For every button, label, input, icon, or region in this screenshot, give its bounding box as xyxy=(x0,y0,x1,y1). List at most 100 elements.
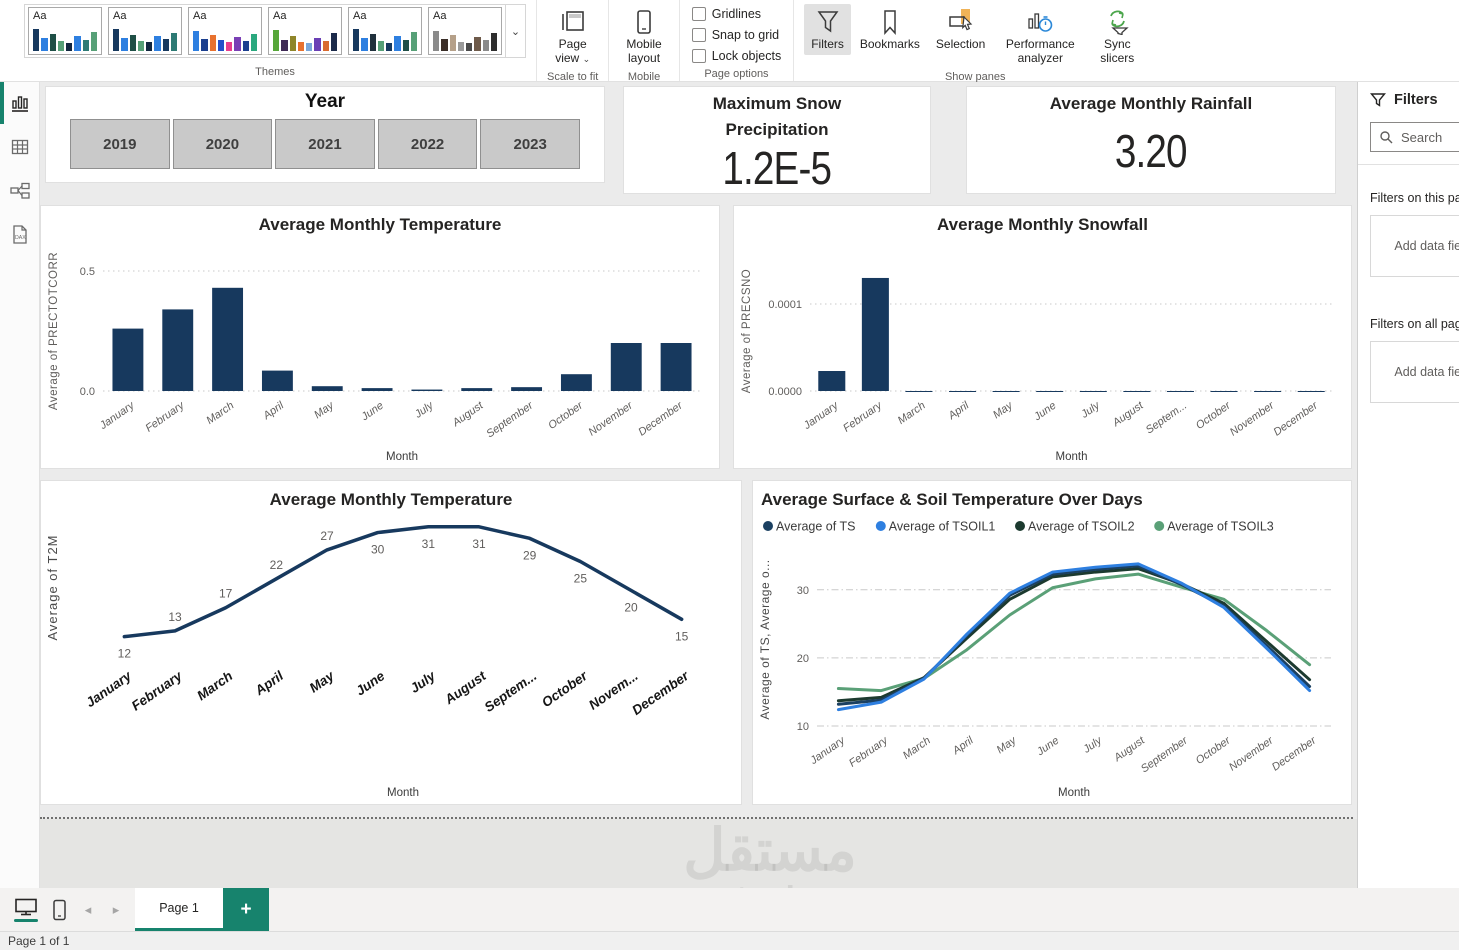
theme-thumbnail-5[interactable]: Aa xyxy=(348,7,422,55)
bookmarks-button[interactable]: Bookmarks xyxy=(853,4,927,55)
svg-text:February: February xyxy=(144,399,188,435)
svg-text:May: May xyxy=(307,667,338,695)
card-title-line1: Maximum Snow xyxy=(712,94,842,113)
theme-aa-label: Aa xyxy=(113,10,127,22)
theme-palette-bars xyxy=(193,25,257,51)
desktop-view-button[interactable] xyxy=(14,898,38,922)
theme-palette-bars xyxy=(433,25,497,51)
card-title-line2: Precipitation xyxy=(725,120,829,140)
svg-text:August: August xyxy=(1111,734,1148,765)
svg-text:June: June xyxy=(359,400,386,424)
gridlines-checkbox-box[interactable] xyxy=(691,7,706,21)
page-options-group-label: Page options xyxy=(704,68,769,80)
svg-text:May: May xyxy=(991,399,1016,422)
svg-text:31: 31 xyxy=(472,537,486,551)
svg-text:17: 17 xyxy=(219,587,233,601)
themes-group-label: Themes xyxy=(255,66,295,78)
table-view-icon xyxy=(11,139,28,155)
theme-palette-bars xyxy=(33,25,97,51)
theme-thumbnail-1[interactable]: Aa xyxy=(28,7,102,55)
svg-text:March: March xyxy=(204,400,236,427)
svg-text:Average of TS, Average o...: Average of TS, Average o... xyxy=(758,559,772,719)
model-view-button[interactable] xyxy=(9,180,31,202)
snap-to-grid-checkbox[interactable]: Snap to grid xyxy=(691,28,781,42)
lock-objects-checkbox[interactable]: Lock objects xyxy=(691,49,781,63)
mobile-view-icon xyxy=(53,899,66,920)
view-rail: DAX xyxy=(0,82,40,888)
year-button-2019[interactable]: 2019 xyxy=(70,119,170,169)
prev-page-button[interactable]: ◂ xyxy=(81,902,95,918)
mobile-layout-button[interactable]: Mobile layout xyxy=(619,4,668,69)
divider xyxy=(1358,164,1459,165)
year-slicer-title: Year xyxy=(304,91,346,112)
page-view-label-2: view xyxy=(555,50,580,65)
year-button-2022[interactable]: 2022 xyxy=(377,119,478,169)
sync-slicers-button[interactable]: Sync slicers xyxy=(1088,4,1146,69)
performance-analyzer-button[interactable]: Performance analyzer xyxy=(994,4,1086,69)
gridlines-checkbox[interactable]: Gridlines xyxy=(691,7,781,21)
surface-soil-temperature-line-chart[interactable]: Average Surface & Soil Temperature Over … xyxy=(752,480,1352,805)
page-counter: Page 1 of 1 xyxy=(8,934,70,948)
snap-to-grid-checkbox-box[interactable] xyxy=(691,28,706,42)
svg-text:Average of TSOIL3: Average of TSOIL3 xyxy=(1167,520,1274,534)
filter-search-input[interactable]: Search xyxy=(1370,122,1459,152)
svg-text:March: March xyxy=(901,735,933,762)
theme-thumbnail-3[interactable]: Aa xyxy=(188,7,262,55)
selection-button[interactable]: Selection xyxy=(929,4,992,55)
filters-on-all-pages-label: Filters on all pages xyxy=(1370,317,1459,331)
report-view-icon xyxy=(11,96,28,112)
svg-text:Average Surface & Soil Tempera: Average Surface & Soil Temperature Over … xyxy=(761,490,1143,509)
svg-text:November: November xyxy=(1227,734,1277,774)
svg-text:30: 30 xyxy=(371,543,385,557)
theme-aa-label: Aa xyxy=(273,10,287,22)
svg-text:January: January xyxy=(801,399,842,433)
add-data-fields-dropzone-page[interactable]: Add data fields here xyxy=(1370,215,1459,277)
next-page-button[interactable]: ▸ xyxy=(109,902,123,918)
page-boundary xyxy=(40,817,1353,819)
report-view-button[interactable] xyxy=(9,92,31,114)
theme-aa-label: Aa xyxy=(433,10,447,22)
year-button-2020[interactable]: 2020 xyxy=(172,119,273,169)
year-button-2021[interactable]: 2021 xyxy=(275,119,375,169)
desktop-view-active-indicator xyxy=(14,918,38,922)
selection-cursor-icon xyxy=(947,7,975,35)
svg-text:12: 12 xyxy=(118,647,132,661)
table-view-button[interactable] xyxy=(9,136,31,158)
mobile-layout-label-2: layout xyxy=(628,50,661,65)
svg-text:30: 30 xyxy=(797,585,809,597)
svg-text:October: October xyxy=(1194,734,1234,767)
svg-text:June: June xyxy=(1034,735,1061,759)
page-view-button[interactable]: Page view ⌄ xyxy=(548,4,597,69)
avg-monthly-rainfall-value: 3.20 xyxy=(1115,124,1188,177)
theme-gallery-expand-button[interactable]: ⌄ xyxy=(505,5,525,57)
mobile-layout-label-1: Mobile xyxy=(626,37,662,51)
avg-monthly-snowfall-bar-chart[interactable]: Average Monthly Snowfall 0.0000 0.0001 Aver… xyxy=(733,205,1352,469)
snap-to-grid-label: Snap to grid xyxy=(711,28,780,42)
add-page-button[interactable]: + xyxy=(223,888,269,931)
add-data-fields-dropzone-all[interactable]: Add data fields here xyxy=(1370,341,1459,403)
avg-monthly-temperature-line-chart[interactable]: Average Monthly Temperature Average of T2… xyxy=(40,480,742,805)
svg-text:10: 10 xyxy=(797,721,809,733)
filters-toggle-label: Filters xyxy=(811,37,844,51)
mobile-layout-icon xyxy=(635,7,653,35)
filters-pane-title: Filters xyxy=(1394,92,1438,108)
svg-text:13: 13 xyxy=(168,610,182,624)
lock-objects-checkbox-box[interactable] xyxy=(691,49,706,63)
avg-monthly-temperature-bar-chart[interactable]: Average Monthly Temperature 0.0 0.5 Average… xyxy=(40,205,720,469)
page-view-label-1: Page xyxy=(558,37,587,51)
year-button-2023[interactable]: 2023 xyxy=(480,119,580,169)
svg-text:Average Monthly Snowfall: Average Monthly Snowfall xyxy=(937,215,1148,234)
search-placeholder: Search xyxy=(1401,129,1443,145)
theme-palette-bars xyxy=(353,25,417,51)
svg-text:Septem...: Septem... xyxy=(482,668,540,715)
mobile-view-button[interactable] xyxy=(52,899,67,921)
svg-text:Average of TS: Average of TS xyxy=(776,520,855,534)
theme-thumbnail-4[interactable]: Aa xyxy=(268,7,342,55)
filters-toggle-button[interactable]: Filters xyxy=(804,4,851,55)
theme-thumbnail-2[interactable]: Aa xyxy=(108,7,182,55)
dax-query-view-button[interactable]: DAX xyxy=(9,224,31,246)
theme-thumbnail-6[interactable]: Aa xyxy=(428,7,502,55)
svg-text:Month: Month xyxy=(1056,451,1088,463)
svg-text:August: August xyxy=(450,399,487,430)
page-tab-page1[interactable]: Page 1 xyxy=(135,888,223,931)
